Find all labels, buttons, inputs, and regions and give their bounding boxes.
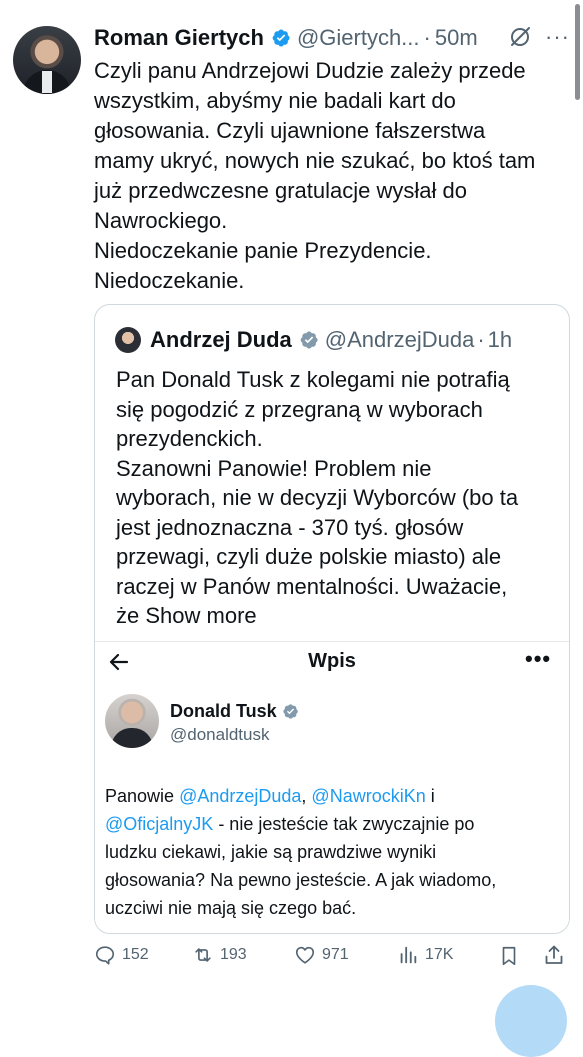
embed-line: uczciwi nie mają się czego bać. [105,898,357,918]
tweet-text: Czyli panu Andrzejowi Dudzie zależy prze… [94,56,566,296]
quoted-author-name[interactable]: Andrzej Duda [150,327,292,353]
action-bar: 152 193 971 17K [94,942,566,972]
embed-text-segment: i [425,786,435,806]
heart-icon [295,946,315,964]
grok-icon[interactable] [508,25,532,49]
embed-text-segment: - nie jesteście tak zwyczajnie po [213,814,475,834]
quoted-header: Andrzej Duda @AndrzejDuda · 1h [150,326,512,354]
embed-line: @OficjalnyJK - nie jesteście tak zwyczaj… [105,810,561,838]
quoted-last-line: że Show more [116,601,556,631]
reply-button[interactable]: 152 [94,944,149,966]
quoted-avatar[interactable] [115,327,141,353]
more-options-icon[interactable]: ··· [545,24,570,50]
tweet-line: Niedoczekanie panie Prezydencie. [94,238,432,263]
reply-icon [95,946,115,965]
separator-dot: · [477,327,485,352]
embed-avatar [105,694,159,748]
tweet-header: Roman Giertych @Giertych... · 50m [94,24,478,52]
embed-line: Panowie @AndrzejDuda, @NawrockiKn i [105,782,561,810]
verified-badge-gray-icon [300,331,318,349]
embed-title: Wpis [308,650,356,672]
avatar[interactable] [13,26,81,94]
embed-more-icon: ••• [525,646,552,671]
quoted-line: jest jednoznaczna - 370 tyś. głosów [116,514,464,540]
embed-text-segment: Panowie [105,786,180,806]
bookmark-icon[interactable] [498,944,520,968]
avatar-shirt [42,71,52,93]
repost-icon [195,948,211,962]
embed-avatar-suit [111,728,153,748]
quoted-line-prefix: że [116,603,140,628]
verified-badge-gray-icon [283,704,298,719]
quoted-line: raczej w Panów mentalności. Uważacie, [116,573,508,599]
embedded-post-screenshot: Wpis ••• Donald Tusk @donaldtusk Panowie… [95,641,569,933]
verified-badge-icon [272,29,290,47]
tweet-line: już przedwczesne gratulacje wysłał do [94,178,467,203]
compose-button[interactable] [495,985,567,1057]
embed-line: ludzku ciekawi, jakie są prawdziwe wynik… [105,842,437,862]
tweet-line: Nawrockiego. [94,208,228,233]
tweet-line: Niedoczekanie. [94,268,245,293]
views-button[interactable]: 17K [397,944,453,966]
embed-text: Panowie @AndrzejDuda, @NawrockiKn i @Ofi… [105,782,561,922]
quoted-timestamp[interactable]: 1h [488,327,512,353]
mention-link: @OficjalnyJK [105,814,214,834]
quoted-tweet-card[interactable]: Andrzej Duda @AndrzejDuda · 1h Pan Donal… [94,304,570,934]
tweet-line: głosowania. Czyli ujawnione fałszerstwa [94,118,486,143]
author-name[interactable]: Roman Giertych [94,25,264,51]
repost-button[interactable]: 193 [192,944,247,966]
quoted-text: Pan Donald Tusk z kolegami nie potrafią … [116,365,556,631]
quoted-line: się pogodzić z przegraną w wyborach [116,396,483,422]
quoted-line: Szanowni Panowie! Problem nie [116,455,432,481]
tweet-line: Czyli panu Andrzejowi Dudzie zależy prze… [94,58,526,83]
author-handle[interactable]: @Giertych... [297,25,420,51]
view-count: 17K [425,946,454,963]
mention-link: @NawrockiKn [311,786,426,806]
quoted-author-handle[interactable]: @AndrzejDuda [325,327,475,353]
quoted-line: przewagi, czyli duże polskie miasto) ale [116,544,502,569]
like-button[interactable]: 971 [294,944,349,966]
show-more-link[interactable]: Show more [145,603,256,628]
quoted-line: wyborach, nie w decyzji Wyborców (bo ta [116,485,519,510]
embed-text-segment: , [301,786,312,806]
tweet-line: wszystkim, abyśmy nie badali kart do [94,88,456,113]
mention-link: @AndrzejDuda [179,786,302,806]
scrollbar[interactable] [575,4,580,100]
embed-author: Donald Tusk [170,701,305,722]
share-icon[interactable] [542,943,566,967]
timestamp[interactable]: 50m [435,25,478,51]
tweet-line: mamy ukryć, nowych nie szukać, bo ktoś t… [94,148,536,173]
quoted-line: Pan Donald Tusk z kolegami nie potrafią [116,367,510,392]
embed-line: głosowania? Na pewno jesteście. A jak wi… [105,870,497,890]
repost-count: 193 [220,946,247,963]
like-count: 971 [322,946,349,963]
reply-count: 152 [122,946,149,963]
analytics-icon [400,946,417,964]
quoted-line: prezydenckich. [116,426,263,451]
embed-author-name: Donald Tusk [170,701,277,721]
embed-author-handle: @donaldtusk [170,725,270,744]
separator-dot: · [423,25,431,50]
